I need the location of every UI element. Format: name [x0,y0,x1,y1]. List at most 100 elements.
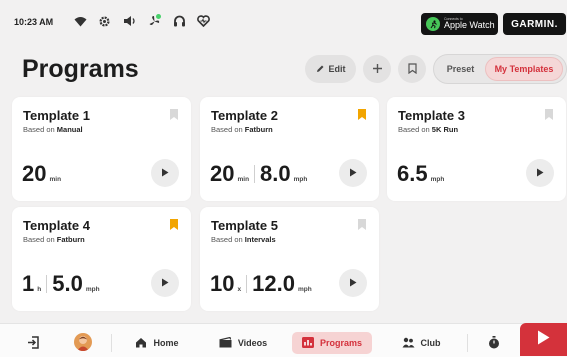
bookmark-icon[interactable] [358,217,366,235]
logout-button[interactable] [22,332,44,354]
nav-programs[interactable]: Programs [292,332,372,354]
template-card[interactable]: Template 5 Based on Intervals 10 x 12.0 mp… [200,207,379,311]
logout-icon [27,335,40,351]
stat-unit: h [37,286,42,293]
quick-start-button[interactable] [520,323,567,356]
nav-home-label: Home [153,338,179,348]
bookmark-icon[interactable] [170,107,178,125]
programs-icon [301,336,314,350]
template-source: Based on Fatburn [23,235,85,244]
template-source: Based on Intervals [211,235,276,244]
fan-status-dot [156,14,161,19]
home-icon [135,337,147,350]
timer-button[interactable] [484,332,504,354]
stat-value: 12.0 [252,271,295,296]
page-title: Programs [22,55,139,83]
template-card[interactable]: Template 1 Based on Manual 20 min [12,97,191,201]
stat-unit: min [237,176,250,183]
stat-value: 20 [210,161,235,186]
play-button[interactable] [526,159,554,187]
play-icon [161,274,169,292]
wifi-icon [71,12,89,30]
play-icon [536,164,544,182]
tab-preset[interactable]: Preset [438,57,483,81]
bookmark-icon[interactable] [358,107,366,125]
template-card[interactable]: Template 2 Based on Fatburn 20 min 8.0 mph [200,97,379,201]
template-title: Template 1 [23,108,90,123]
template-card[interactable]: Template 4 Based on Fatburn 1h 5.0 mph [12,207,191,311]
play-icon [537,330,550,350]
bookmark-icon[interactable] [545,107,553,125]
stat-unit: mph [85,286,100,293]
stopwatch-icon [488,335,500,351]
nav-home[interactable]: Home [132,332,182,354]
edit-button[interactable]: Edit [305,55,356,83]
status-time: 10:23 AM [14,17,54,27]
nav-divider [467,334,468,352]
template-stats: 1h 5.0 mph [22,271,100,297]
garmin-label: GARMIN. [511,18,558,30]
stat-divider [254,165,256,183]
template-title: Template 5 [211,218,278,233]
apple-watch-button[interactable]: Connects to Apple Watch [421,13,498,35]
stat-value: 1 [22,271,35,296]
program-type-toggle: Preset My Templates [433,54,567,84]
stat-value: 5.0 [52,271,83,296]
stat-value: 6.5 [397,161,428,186]
stat-divider [46,275,48,293]
template-source: Based on Fatburn [211,125,273,134]
add-template-button[interactable] [363,55,391,83]
play-button[interactable] [151,269,179,297]
fan-icon[interactable] [145,12,163,30]
nav-videos-label: Videos [237,338,268,348]
nav-programs-label: Programs [319,338,363,348]
avatar[interactable] [74,333,92,351]
nav-club[interactable]: Club [398,332,444,354]
edit-label: Edit [328,64,346,74]
bookmark-filter-button[interactable] [398,55,426,83]
play-button[interactable] [151,159,179,187]
stat-unit: x [237,286,242,293]
template-stats: 20 min 8.0 mph [210,161,307,187]
pencil-icon [316,64,325,75]
template-title: Template 2 [211,108,278,123]
nav-videos[interactable]: Videos [214,332,272,354]
stat-divider [246,275,248,293]
nav-divider [111,334,112,352]
template-source: Based on Manual [23,125,83,134]
stat-unit: mph [297,286,312,293]
play-icon [349,164,357,182]
play-icon [161,164,169,182]
template-card[interactable]: Template 3 Based on 5K Run 6.5 mph [387,97,566,201]
stat-unit: mph [430,176,445,183]
stat-unit: mph [293,176,308,183]
volume-icon[interactable] [120,12,138,30]
status-bar: 10:23 AM Connects to Apple Watch GARMIN. [0,0,567,44]
garmin-button[interactable]: GARMIN. [503,13,566,35]
nav-club-label: Club [420,338,441,348]
heart-rate-icon[interactable] [194,12,212,30]
template-stats: 20 min [22,161,61,187]
stat-value: 8.0 [260,161,291,186]
headphones-icon[interactable] [170,12,188,30]
bookmark-icon[interactable] [170,217,178,235]
template-title: Template 3 [398,108,465,123]
stat-unit: min [49,176,62,183]
play-icon [349,274,357,292]
play-button[interactable] [339,159,367,187]
template-stats: 6.5 mph [397,161,444,187]
settings-icon[interactable] [95,12,113,30]
running-icon [426,17,440,31]
apple-watch-label: Apple Watch [444,20,495,31]
stat-value: 10 [210,271,235,296]
club-icon [402,337,415,350]
tab-my-templates[interactable]: My Templates [485,57,563,81]
play-button[interactable] [339,269,367,297]
template-stats: 10 x 12.0 mph [210,271,312,297]
video-icon [219,336,232,350]
stat-value: 20 [22,161,47,186]
bookmark-icon [407,62,417,76]
plus-icon [372,63,383,76]
template-title: Template 4 [23,218,90,233]
template-source: Based on 5K Run [398,125,459,134]
